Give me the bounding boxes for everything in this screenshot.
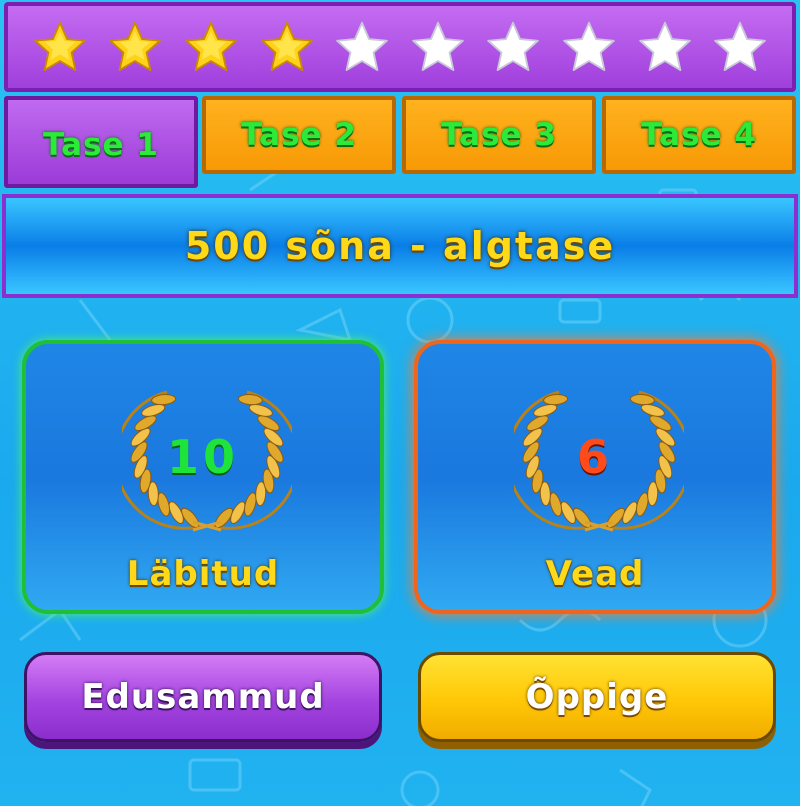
- empty-star-icon: [412, 21, 464, 71]
- progress-button[interactable]: Edusammud: [24, 652, 382, 742]
- mistakes-label: Vead: [545, 554, 645, 594]
- tab-label: Tase 4: [641, 117, 757, 153]
- level-title-banner: 500 sõna - algtase: [2, 194, 798, 298]
- filled-star-icon: [34, 21, 86, 71]
- tab-label: Tase 2: [241, 117, 357, 153]
- filled-star-icon: [260, 21, 313, 71]
- filled-star-icon: [185, 21, 237, 71]
- tab-level-1[interactable]: Tase 1: [4, 96, 198, 188]
- tab-label: Tase 3: [441, 117, 557, 153]
- empty-star-icon: [563, 21, 615, 71]
- level-title: 500 sõna - algtase: [184, 224, 616, 268]
- tab-label: Tase 1: [43, 127, 159, 163]
- completed-stat-card: 10 Läbitud: [22, 340, 384, 614]
- empty-star-icon: [638, 21, 691, 71]
- mistakes-count: 6: [576, 430, 613, 484]
- empty-star-icon: [336, 21, 388, 71]
- mistakes-stat-card: 6 Vead: [414, 340, 776, 614]
- learn-button[interactable]: Õppige: [418, 652, 776, 742]
- tab-level-4[interactable]: Tase 4: [602, 96, 796, 174]
- completed-label: Läbitud: [126, 554, 280, 594]
- tab-level-3[interactable]: Tase 3: [402, 96, 596, 174]
- filled-star-icon: [109, 21, 162, 71]
- empty-star-icon: [487, 21, 540, 71]
- completed-count: 10: [166, 430, 239, 484]
- tab-level-2[interactable]: Tase 2: [202, 96, 396, 174]
- star-rating-bar: [4, 2, 796, 92]
- empty-star-icon: [714, 21, 766, 71]
